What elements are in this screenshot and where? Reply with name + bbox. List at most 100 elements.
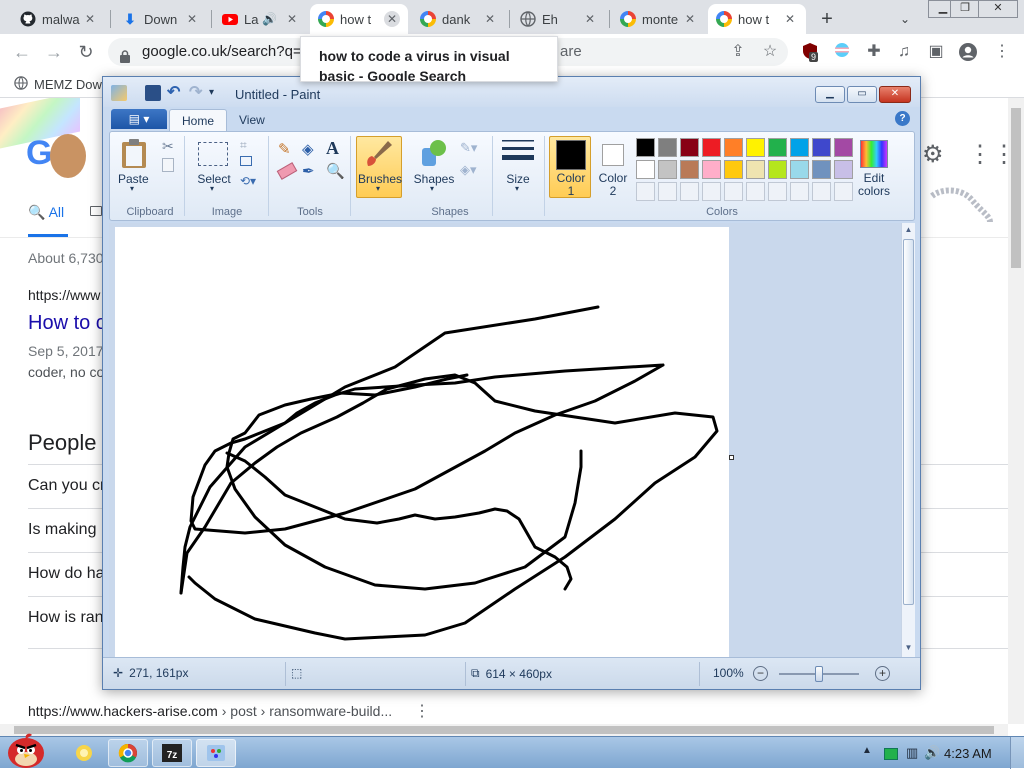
canvas-vertical-scrollbar[interactable]: ▲ ▼ [901,223,915,657]
tab-monte[interactable]: monte ✕ [612,4,706,34]
text-tool-icon[interactable]: A [326,138,339,159]
paa-question[interactable]: Can you cr [28,477,105,495]
ublock-icon[interactable]: 9 [800,42,820,62]
tab-search-chevron-icon[interactable]: ⌄ [892,4,918,34]
paint-minimize-button[interactable]: ▁ [815,86,845,103]
result-url[interactable]: https://www.hackers-arise.com › post › r… [28,703,392,719]
apps-grid-icon[interactable]: ⋮⋮⋮ [968,140,1008,169]
color2-swatch[interactable] [602,144,624,166]
rotate-icon[interactable]: ⟲▾ [240,174,256,188]
quick-access-dropdown-icon[interactable]: ▾ [209,85,225,101]
close-icon[interactable]: ✕ [682,11,698,27]
palette-swatch[interactable] [768,138,787,157]
help-icon[interactable]: ? [895,111,910,126]
palette-swatch[interactable] [812,160,831,179]
outline-icon[interactable]: ✎▾ [460,140,477,156]
palette-swatch[interactable] [680,138,699,157]
palette-swatch[interactable] [702,160,721,179]
palette-swatch[interactable] [636,138,655,157]
scrollbar-thumb[interactable] [1011,108,1021,268]
palette-swatch[interactable] [746,138,765,157]
palette-swatch[interactable] [658,160,677,179]
tab-eh[interactable]: Eh ✕ [512,4,606,34]
custom-color-slot[interactable] [768,182,787,201]
scroll-down-arrow-icon[interactable]: ▼ [902,641,915,655]
settings-gear-icon[interactable]: ⚙ [922,140,944,169]
paa-question[interactable]: How is ran [28,609,104,627]
undo-icon[interactable]: ↶ [167,85,183,101]
volume-icon[interactable]: 🔊 [924,745,940,761]
close-icon[interactable]: ✕ [284,11,300,27]
flag-extension-icon[interactable] [832,42,852,62]
shapes-dropdown-icon[interactable]: ▾ [430,184,434,193]
show-desktop-button[interactable] [1010,737,1024,769]
file-menu-button[interactable]: ▤ ▾ [111,109,167,129]
palette-swatch[interactable] [834,138,853,157]
paa-question[interactable]: How do ha [28,565,105,583]
tab-how-to-code-virus[interactable]: how t ✕ [310,4,408,34]
extensions-puzzle-icon[interactable]: ✚ [864,42,884,62]
custom-color-slot[interactable] [658,182,677,201]
close-icon[interactable]: ✕ [82,11,98,27]
zoom-slider-thumb[interactable] [815,666,823,682]
custom-color-slot[interactable] [812,182,831,201]
color2-button[interactable]: Color 2 [594,172,632,198]
custom-color-slot[interactable] [636,182,655,201]
palette-swatch[interactable] [746,160,765,179]
custom-color-slot[interactable] [680,182,699,201]
fill-bucket-icon[interactable]: ◈ [302,140,320,158]
palette-swatch[interactable] [658,138,677,157]
redo-icon[interactable]: ↷ [189,85,205,101]
forward-arrow-icon[interactable]: → [42,40,66,64]
scrollbar-thumb[interactable] [903,239,914,605]
paint-maximize-button[interactable]: ▭ [847,86,877,103]
tab-view[interactable]: View [227,109,277,131]
palette-swatch[interactable] [702,138,721,157]
bookmark-memz[interactable]: MEMZ Dow [14,76,102,93]
show-hidden-icons-arrow-icon[interactable]: ▲ [862,745,872,756]
reload-icon[interactable]: ↻ [74,40,98,64]
pencil-icon[interactable]: ✎ [278,140,296,158]
paste-dropdown-icon[interactable]: ▾ [130,184,134,193]
news-icon[interactable] [90,206,102,216]
size-dropdown-icon[interactable]: ▾ [515,184,519,193]
close-icon[interactable]: ✕ [582,11,598,27]
back-arrow-icon[interactable]: ← [10,40,34,64]
palette-swatch[interactable] [724,138,743,157]
edit-colors-button[interactable]: Edit colors [850,172,898,198]
paste-button[interactable]: Paste [118,172,158,186]
speaker-icon[interactable]: 🔊 [262,11,278,27]
select-dropdown-icon[interactable]: ▾ [210,184,214,193]
save-icon[interactable] [145,85,161,101]
eraser-icon[interactable] [276,162,298,180]
close-window-button[interactable]: ✕ [978,0,1018,18]
tab-downloads[interactable]: ⬇ Down ✕ [114,4,208,34]
7zip-taskbar-icon[interactable]: 7z [152,739,192,767]
crop-icon[interactable]: ⌗ [240,138,247,153]
palette-swatch[interactable] [790,138,809,157]
close-icon[interactable]: ✕ [782,11,798,27]
tab-home[interactable]: Home [169,109,228,131]
custom-color-slot[interactable] [790,182,809,201]
resize-icon[interactable] [240,156,252,166]
paa-question[interactable]: Is making [28,521,96,539]
tab-youtube[interactable]: La 🔊 ✕ [214,4,308,34]
tab-dank[interactable]: dank ✕ [412,4,506,34]
palette-swatch[interactable] [812,138,831,157]
media-control-icon[interactable]: ♫ [894,42,914,62]
chrome-menu-icon[interactable]: ⋮ [992,42,1012,62]
copy-icon[interactable] [162,158,174,172]
tab-all[interactable]: 🔍 All [28,204,64,221]
palette-swatch[interactable] [680,160,699,179]
custom-color-slot[interactable] [746,182,765,201]
close-icon[interactable]: ✕ [384,11,400,27]
paint-close-button[interactable]: ✕ [879,86,911,103]
zoom-out-button[interactable]: − [753,666,768,681]
start-button[interactable] [4,731,48,769]
paint-taskbar-icon[interactable] [196,739,236,767]
close-icon[interactable]: ✕ [482,11,498,27]
profile-avatar-icon[interactable] [958,42,978,62]
scrollbar-thumb[interactable] [14,726,994,734]
zoom-in-button[interactable]: + [875,666,890,681]
select-icon[interactable] [198,142,228,166]
